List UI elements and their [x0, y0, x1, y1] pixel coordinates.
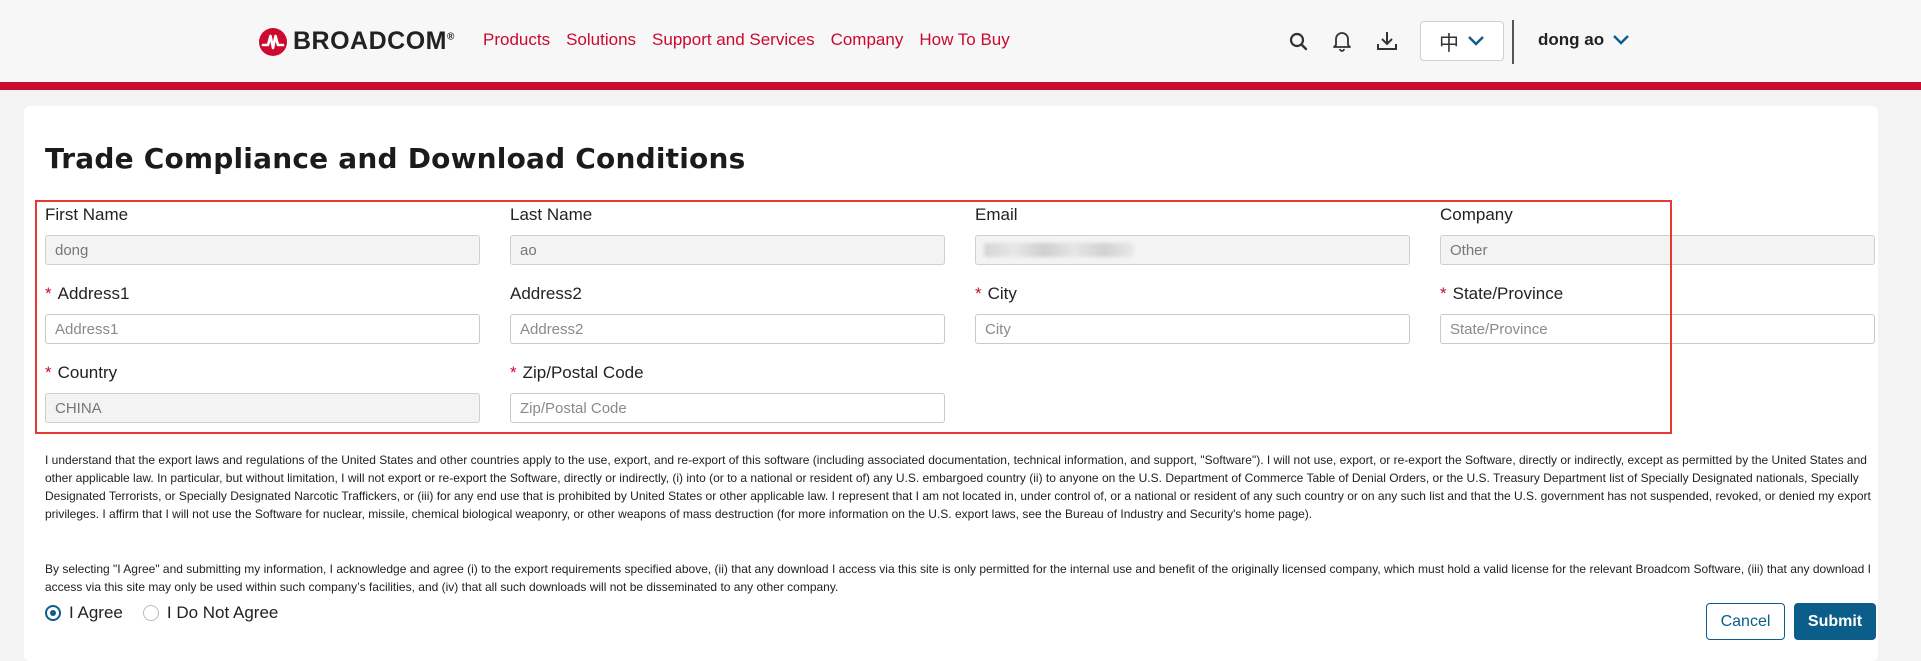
i-do-not-agree-label: I Do Not Agree: [166, 603, 279, 622]
zip-label: * Zip/Postal Code: [510, 363, 644, 382]
zip-input[interactable]: [510, 393, 945, 423]
first-name-input[interactable]: [45, 235, 480, 265]
cancel-button[interactable]: Cancel: [1706, 603, 1785, 640]
language-selector[interactable]: 中: [1420, 21, 1504, 61]
last-name-label: Last Name: [510, 205, 593, 224]
export-legal-paragraph: I understand that the export laws and re…: [45, 453, 1871, 521]
nav-products[interactable]: Products: [483, 30, 550, 50]
nav-how-to-buy[interactable]: How To Buy: [919, 30, 1009, 50]
agreement-legal-paragraph: By selecting "I Agree" and submitting my…: [45, 562, 1871, 594]
search-icon[interactable]: [1286, 28, 1312, 54]
company-label: Company: [1440, 205, 1513, 224]
state-input[interactable]: [1440, 314, 1875, 344]
header-accent-bar: [0, 82, 1921, 90]
email-redacted-value: [984, 243, 1134, 257]
page-title: Trade Compliance and Download Conditions: [45, 142, 746, 175]
i-agree-label: I Agree: [69, 603, 123, 622]
i-do-not-agree-radio[interactable]: I Do Not Agree: [142, 603, 279, 623]
broadcom-logo-mark-icon: [259, 27, 287, 56]
city-input[interactable]: [975, 314, 1410, 344]
country-label: * Country: [45, 363, 118, 382]
header-divider: [1512, 20, 1514, 64]
email-label: Email: [975, 205, 1018, 224]
chevron-down-icon: [1468, 36, 1484, 46]
address1-label: * Address1: [45, 284, 130, 303]
first-name-label: First Name: [45, 205, 129, 224]
nav-support-and-services[interactable]: Support and Services: [652, 30, 815, 50]
user-menu[interactable]: dong ao: [1538, 30, 1630, 50]
user-name: dong ao: [1538, 30, 1605, 49]
broadcom-logo-text: BROADCOM®: [293, 27, 455, 55]
radio-selected-icon: [45, 605, 61, 621]
radio-unselected-icon: [142, 605, 159, 621]
address2-input[interactable]: [510, 314, 945, 344]
company-input[interactable]: [1440, 235, 1875, 265]
broadcom-logo[interactable]: BROADCOM®: [259, 27, 455, 56]
i-agree-radio[interactable]: I Agree: [45, 603, 123, 623]
address1-input[interactable]: [45, 314, 480, 344]
agreement-radio-group: I Agree I Do Not Agree: [45, 603, 278, 623]
country-input[interactable]: [45, 393, 480, 423]
submit-button[interactable]: Submit: [1794, 603, 1876, 640]
last-name-input[interactable]: [510, 235, 945, 265]
top-header: BROADCOM® Products Solutions Support and…: [0, 0, 1921, 82]
state-label: * State/Province: [1440, 284, 1564, 303]
nav-company[interactable]: Company: [831, 30, 904, 50]
bell-icon[interactable]: [1329, 28, 1355, 54]
language-glyph: 中: [1439, 30, 1459, 55]
address2-label: Address2: [510, 284, 582, 303]
download-icon[interactable]: [1374, 28, 1400, 54]
nav-solutions[interactable]: Solutions: [566, 30, 636, 50]
chevron-down-icon: [1613, 35, 1629, 45]
main-nav: Products Solutions Support and Services …: [483, 30, 1010, 50]
city-label: * City: [975, 284, 1017, 303]
